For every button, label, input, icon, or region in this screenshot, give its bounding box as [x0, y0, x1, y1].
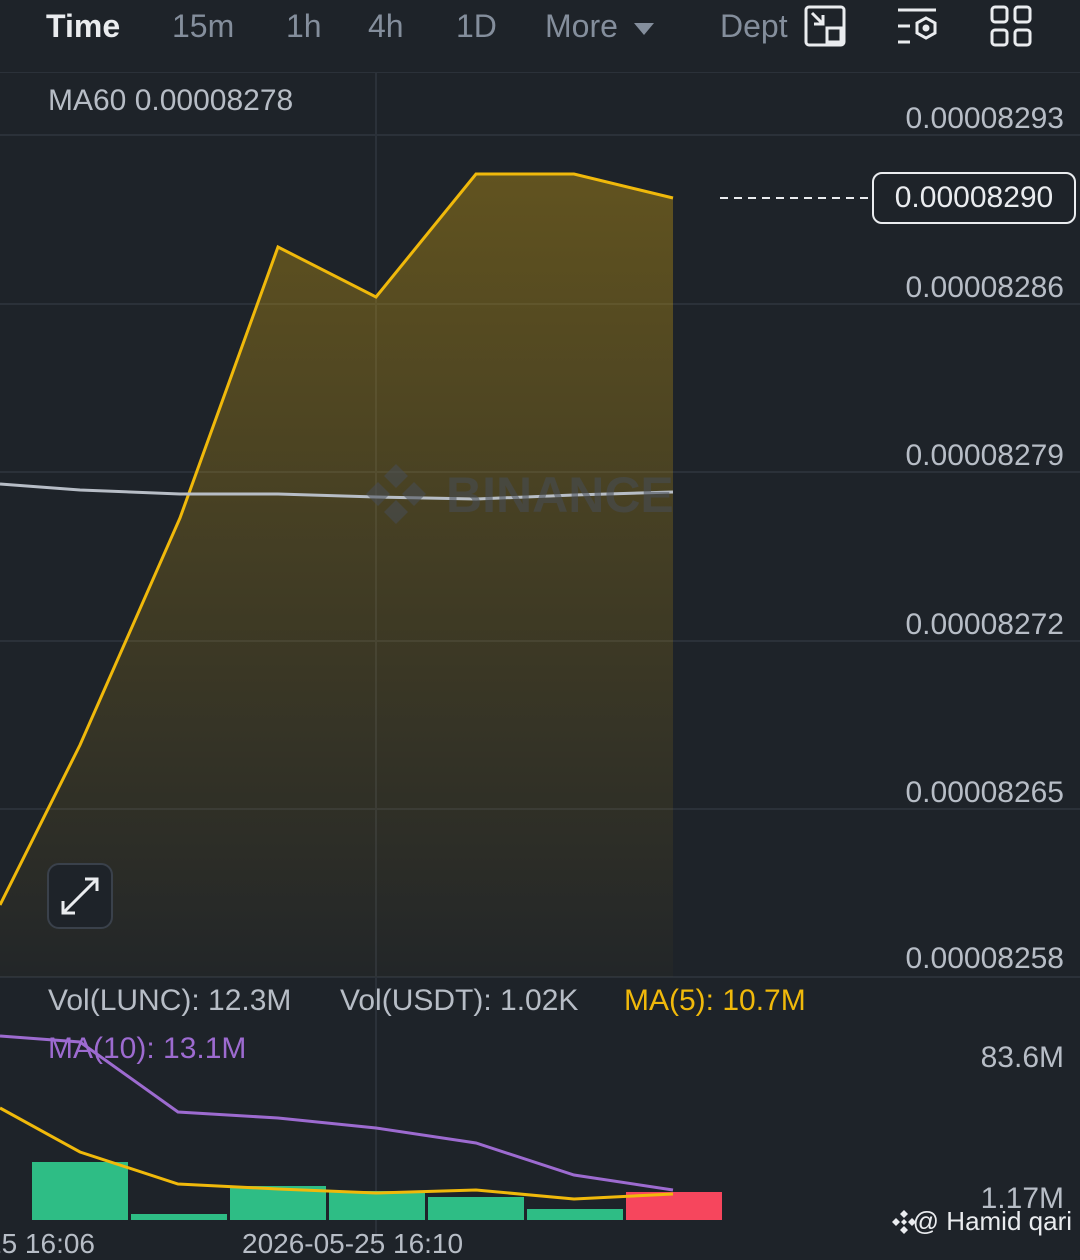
volume-bar — [32, 1162, 128, 1220]
price-area-fill — [0, 174, 673, 977]
price-axis-tick: 0.00008293 — [905, 102, 1065, 135]
price-axis-tick: 0.00008265 — [905, 776, 1065, 809]
volume-bar — [131, 1214, 227, 1220]
vol-usdt-legend: Vol(USDT): 1.02K — [340, 984, 579, 1017]
chart-toolbar: Time 15m 1h 4h 1D More Dept — [0, 0, 1080, 73]
ma60-legend: MA60 0.00008278 — [48, 84, 294, 117]
vol-lunc-legend: Vol(LUNC): 12.3M — [48, 984, 292, 1017]
volume-bar — [428, 1197, 524, 1220]
ma5-legend: MA(5): 10.7M — [624, 984, 806, 1017]
tab-1h[interactable]: 1h — [286, 8, 322, 45]
chart-settings-icon[interactable] — [896, 4, 940, 48]
price-axis-tick: 0.00008279 — [905, 439, 1065, 472]
binance-watermark-logo: BINANCE — [366, 464, 674, 524]
tab-15m[interactable]: 15m — [172, 8, 234, 45]
tab-depth[interactable]: Dept — [720, 8, 798, 45]
author-credit: @ Hamid qari — [912, 1206, 1072, 1236]
time-axis-label: 2026-05-25 16:10 — [242, 1228, 464, 1259]
volume-bar — [329, 1191, 425, 1220]
price-axis-tick: 0.00008258 — [905, 942, 1065, 975]
volume-axis-top: 83.6M — [980, 1041, 1064, 1074]
current-price-tag: 0.00008290 — [872, 172, 1076, 224]
expand-arrows-icon — [61, 877, 99, 915]
layout-grid-icon[interactable] — [989, 4, 1033, 48]
svg-text:BINANCE: BINANCE — [446, 467, 674, 523]
price-axis-tick: 0.00008286 — [905, 271, 1065, 304]
expand-chart-button[interactable] — [47, 863, 113, 929]
tab-more[interactable]: More — [545, 8, 655, 45]
tab-1d[interactable]: 1D — [456, 8, 497, 45]
fullscreen-exit-icon[interactable] — [803, 4, 847, 48]
volume-bar — [527, 1209, 623, 1220]
tab-4h[interactable]: 4h — [368, 8, 404, 45]
caret-down-icon — [633, 22, 654, 35]
time-axis-label: 25 16:06 — [0, 1228, 95, 1259]
ma10-legend: MA(10): 13.1M — [48, 1032, 247, 1065]
price-axis-tick: 0.00008272 — [905, 608, 1065, 641]
tab-time[interactable]: Time — [46, 8, 120, 45]
tab-more-label: More — [545, 8, 618, 44]
